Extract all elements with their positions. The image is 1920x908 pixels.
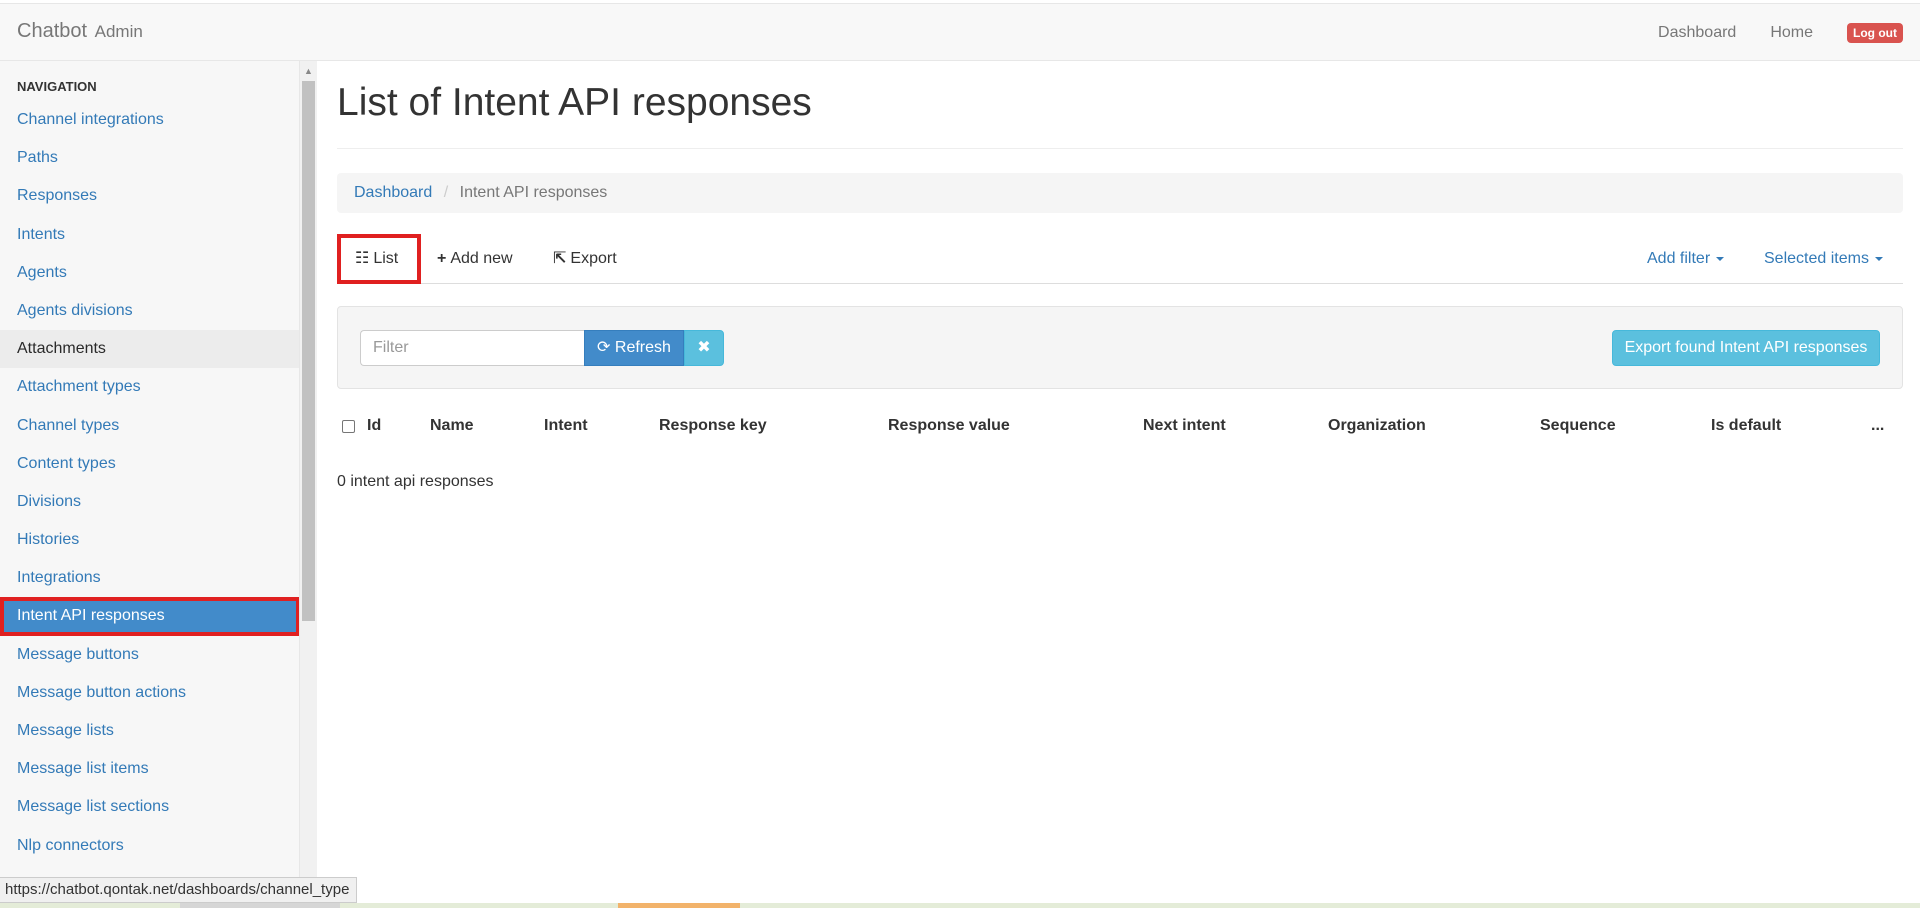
filter-input[interactable] xyxy=(360,330,584,366)
sidebar-item-paths[interactable]: Paths xyxy=(0,139,299,177)
top-navbar: Chatbot Admin Dashboard Home Log out xyxy=(0,3,1920,61)
sidebar-item-intent-api-responses[interactable]: Intent API responses xyxy=(0,597,299,636)
caret-down-icon xyxy=(1716,256,1725,261)
caret-down-icon xyxy=(1874,256,1883,261)
sidebar-heading: Navigation xyxy=(17,79,97,94)
column-header-is-default[interactable]: Is default xyxy=(1711,407,1781,445)
column-header-response-value[interactable]: Response value xyxy=(888,407,1010,445)
title-divider xyxy=(337,148,1903,149)
clear-filter-button[interactable]: ✖ xyxy=(684,330,724,366)
breadcrumb-separator: / xyxy=(443,184,449,201)
bottom-strip-segment xyxy=(618,903,740,908)
sidebar-item-histories[interactable]: Histories xyxy=(0,521,299,559)
tab-list[interactable]: ☷ List xyxy=(337,234,421,284)
action-tabs: ☷ List + Add new ⇱ Export Add filter Select… xyxy=(337,234,1903,284)
sidebar-item-message-lists[interactable]: Message lists xyxy=(0,712,299,750)
refresh-button[interactable]: ⟳ Refresh xyxy=(584,330,684,366)
scrollbar-thumb[interactable] xyxy=(302,81,315,621)
sidebar: Navigation Channel integrations Paths Re… xyxy=(0,61,300,908)
column-header-organization[interactable]: Organization xyxy=(1328,407,1426,445)
sidebar-item-message-list-items[interactable]: Message list items xyxy=(0,750,299,788)
export-found-button[interactable]: Export found Intent API responses xyxy=(1612,330,1880,366)
sidebar-item-message-list-sections[interactable]: Message list sections xyxy=(0,788,299,826)
sidebar-scrollbar[interactable]: ▲ xyxy=(300,61,317,908)
close-icon: ✖ xyxy=(697,339,711,356)
sidebar-item-divisions[interactable]: Divisions xyxy=(0,483,299,521)
sidebar-item-agents[interactable]: Agents xyxy=(0,254,299,292)
sidebar-item-nlp-connectors[interactable]: Nlp connectors xyxy=(0,827,299,865)
top-nav-links: Dashboard Home Log out xyxy=(1658,4,1920,62)
tab-export-label: Export xyxy=(570,250,617,267)
tab-add-new[interactable]: + Add new xyxy=(437,234,513,284)
select-all-checkbox[interactable] xyxy=(342,420,355,433)
refresh-icon: ⟳ xyxy=(597,339,611,356)
refresh-label: Refresh xyxy=(614,339,671,356)
brand-sub: Admin xyxy=(94,22,143,41)
brand-name: Chatbot xyxy=(17,20,88,42)
column-header-sequence[interactable]: Sequence xyxy=(1540,407,1616,445)
add-filter-label: Add filter xyxy=(1647,250,1711,267)
share-icon: ⇱ xyxy=(553,250,567,267)
column-header-next-intent[interactable]: Next intent xyxy=(1143,407,1226,445)
sidebar-item-attachments[interactable]: Attachments xyxy=(0,330,299,369)
column-header-name[interactable]: Name xyxy=(430,407,474,445)
breadcrumb-current: Intent API responses xyxy=(459,184,608,201)
selected-items-dropdown[interactable]: Selected items xyxy=(1764,234,1883,284)
breadcrumb-dashboard-link[interactable]: Dashboard xyxy=(354,184,432,201)
nav-home-link[interactable]: Home xyxy=(1770,24,1813,42)
status-bar-url: https://chatbot.qontak.net/dashboards/ch… xyxy=(0,877,358,903)
nav-dashboard-link[interactable]: Dashboard xyxy=(1658,24,1736,42)
breadcrumb: Dashboard / Intent API responses xyxy=(337,173,1903,213)
list-icon: ☷ xyxy=(355,250,370,267)
column-header-intent[interactable]: Intent xyxy=(544,407,588,445)
sidebar-nav-list: Channel integrations Paths Responses Int… xyxy=(0,101,299,865)
main-content: List of Intent API responses Dashboard /… xyxy=(337,61,1903,908)
scroll-up-arrow-icon[interactable]: ▲ xyxy=(304,66,313,76)
tab-export[interactable]: ⇱ Export xyxy=(553,234,617,284)
plus-icon: + xyxy=(437,250,447,267)
column-header-response-key[interactable]: Response key xyxy=(659,407,767,445)
sidebar-item-intents[interactable]: Intents xyxy=(0,216,299,254)
sidebar-item-attachment-types[interactable]: Attachment types xyxy=(0,368,299,406)
sidebar-item-message-button-actions[interactable]: Message button actions xyxy=(0,674,299,712)
filter-panel: ⟳ Refresh ✖ Export found Intent API resp… xyxy=(337,306,1903,389)
selected-items-label: Selected items xyxy=(1764,250,1869,267)
sidebar-item-channel-types[interactable]: Channel types xyxy=(0,407,299,445)
table-header-row: Id Name Intent Response key Response val… xyxy=(337,407,1903,445)
bottom-edge-strip xyxy=(0,903,1920,908)
page-title: List of Intent API responses xyxy=(337,81,812,124)
tab-list-label: List xyxy=(373,250,399,267)
sidebar-item-channel-integrations[interactable]: Channel integrations xyxy=(0,101,299,139)
add-filter-dropdown[interactable]: Add filter xyxy=(1647,234,1725,284)
bottom-strip-segment xyxy=(180,903,340,908)
sidebar-item-message-buttons[interactable]: Message buttons xyxy=(0,636,299,674)
result-count: 0 intent api responses xyxy=(337,473,494,490)
sidebar-item-agents-divisions[interactable]: Agents divisions xyxy=(0,292,299,330)
brand[interactable]: Chatbot Admin xyxy=(17,20,143,43)
column-header-id[interactable]: Id xyxy=(367,407,381,445)
sidebar-item-integrations[interactable]: Integrations xyxy=(0,559,299,597)
logout-button[interactable]: Log out xyxy=(1847,23,1903,43)
tab-add-new-label: Add new xyxy=(450,250,513,267)
column-header-more[interactable]: ... xyxy=(1871,407,1884,445)
sidebar-item-responses[interactable]: Responses xyxy=(0,177,299,215)
sidebar-item-content-types[interactable]: Content types xyxy=(0,445,299,483)
